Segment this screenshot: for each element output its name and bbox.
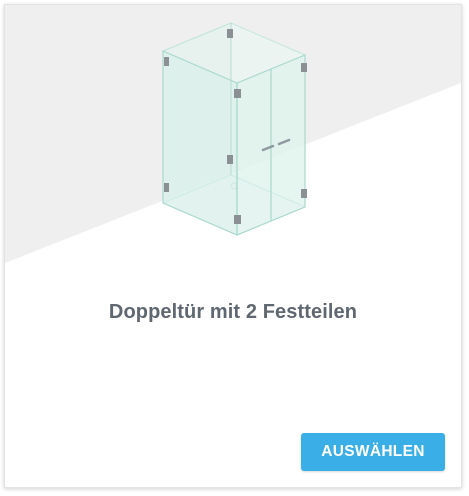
product-card[interactable]: Doppeltür mit 2 Festteilen AUSWÄHLEN (4, 4, 462, 488)
glass-shower-double-door-icon (162, 22, 307, 236)
product-title: Doppeltür mit 2 Festteilen (108, 301, 358, 323)
shower-enclosure-image (5, 5, 461, 263)
select-button[interactable]: AUSWÄHLEN (301, 433, 445, 471)
